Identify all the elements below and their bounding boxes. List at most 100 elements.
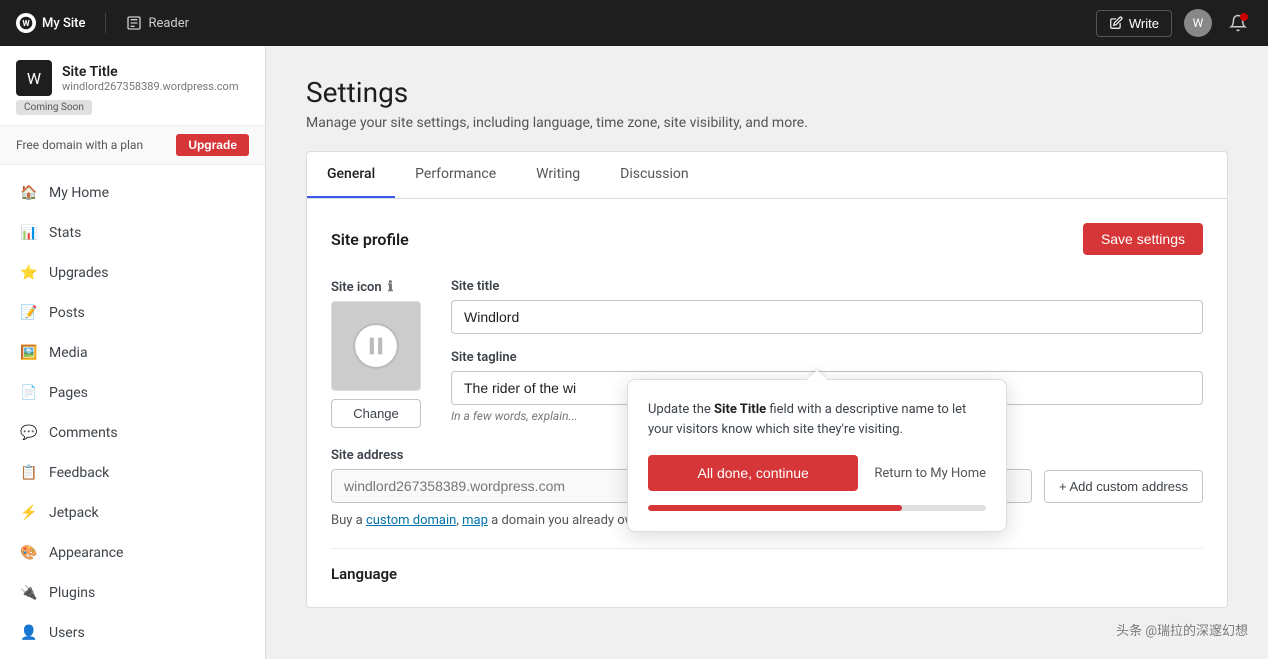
site-title-field-group: Site title bbox=[451, 279, 1203, 334]
upgrade-text: Free domain with a plan bbox=[16, 138, 143, 152]
tooltip-arrow bbox=[807, 370, 827, 380]
tooltip-actions: All done, continue Return to My Home bbox=[648, 455, 986, 491]
comments-icon: 💬 bbox=[19, 423, 39, 443]
upgrades-icon: ⭐ bbox=[19, 263, 39, 283]
panel-header: Site profile Save settings bbox=[331, 223, 1203, 255]
sidebar-site-info: W Site Title windlord267358389.wordpress… bbox=[0, 46, 265, 126]
tab-general[interactable]: General bbox=[307, 152, 395, 199]
tooltip-bold: Site Title bbox=[714, 402, 766, 417]
language-section-title: Language bbox=[331, 548, 1203, 583]
sidebar-site-url: windlord267358389.wordpress.com bbox=[62, 80, 249, 93]
sidebar-item-label: My Home bbox=[49, 185, 109, 201]
sidebar-item-plugins[interactable]: 🔌 Plugins bbox=[0, 573, 265, 613]
posts-icon: 📝 bbox=[19, 303, 39, 323]
site-icon-group: Site icon ℹ Change bbox=[331, 279, 421, 428]
site-info: Site Title windlord267358389.wordpress.c… bbox=[62, 64, 249, 93]
sidebar-item-label: Upgrades bbox=[49, 265, 108, 281]
reader-label: Reader bbox=[148, 16, 189, 31]
return-to-my-home-link[interactable]: Return to My Home bbox=[874, 466, 986, 481]
sidebar-item-label: Media bbox=[49, 345, 88, 361]
site-icon: W bbox=[16, 60, 52, 96]
tab-performance[interactable]: Performance bbox=[395, 152, 516, 199]
map-domain-link[interactable]: map bbox=[462, 513, 488, 528]
upgrade-bar: Free domain with a plan Upgrade bbox=[0, 126, 265, 165]
sidebar-item-my-home[interactable]: 🏠 My Home bbox=[0, 173, 265, 213]
sidebar-item-users[interactable]: 👤 Users bbox=[0, 613, 265, 653]
topbar-left: W My Site Reader bbox=[16, 13, 189, 33]
tab-writing[interactable]: Writing bbox=[516, 152, 600, 199]
sidebar-item-media[interactable]: 🖼️ Media bbox=[0, 333, 265, 373]
svg-text:W: W bbox=[22, 19, 30, 29]
sidebar-item-tools[interactable]: 🔧 Tools bbox=[0, 653, 265, 659]
tooltip-progress-bar-track bbox=[648, 505, 986, 511]
sidebar-site-title: Site Title bbox=[62, 64, 249, 80]
users-icon: 👤 bbox=[19, 623, 39, 643]
site-title-input[interactable] bbox=[451, 300, 1203, 334]
sidebar-item-comments[interactable]: 💬 Comments bbox=[0, 413, 265, 453]
site-tagline-label: Site tagline bbox=[451, 350, 1203, 365]
sidebar: W Site Title windlord267358389.wordpress… bbox=[0, 46, 266, 659]
feedback-icon: 📋 bbox=[19, 463, 39, 483]
reader-button[interactable]: Reader bbox=[126, 15, 189, 31]
notification-badge bbox=[1240, 13, 1248, 21]
topbar-right: Write W bbox=[1096, 9, 1252, 37]
all-done-continue-button[interactable]: All done, continue bbox=[648, 455, 858, 491]
sidebar-item-label: Users bbox=[49, 625, 85, 641]
app-layout: W Site Title windlord267358389.wordpress… bbox=[0, 46, 1268, 659]
sidebar-item-label: Plugins bbox=[49, 585, 95, 601]
write-button[interactable]: Write bbox=[1096, 10, 1172, 37]
coming-soon-badge: Coming Soon bbox=[16, 100, 92, 115]
sidebar-item-label: Jetpack bbox=[49, 505, 99, 521]
site-icon-preview bbox=[331, 301, 421, 391]
custom-domain-link[interactable]: custom domain bbox=[366, 513, 456, 528]
sidebar-item-label: Stats bbox=[49, 225, 81, 241]
tab-discussion[interactable]: Discussion bbox=[600, 152, 708, 199]
avatar-initials: W bbox=[1193, 16, 1204, 30]
site-title-tooltip: Update the Site Title field with a descr… bbox=[627, 379, 1007, 532]
my-site-button[interactable]: W My Site bbox=[16, 13, 85, 33]
sidebar-item-upgrades[interactable]: ⭐ Upgrades bbox=[0, 253, 265, 293]
pages-icon: 📄 bbox=[19, 383, 39, 403]
page-header: Settings Manage your site settings, incl… bbox=[306, 76, 1228, 131]
main-content: Settings Manage your site settings, incl… bbox=[266, 46, 1268, 659]
sidebar-item-jetpack[interactable]: ⚡ Jetpack bbox=[0, 493, 265, 533]
topbar-separator bbox=[105, 13, 106, 33]
page-subtitle: Manage your site settings, including lan… bbox=[306, 115, 1228, 131]
save-settings-button[interactable]: Save settings bbox=[1083, 223, 1203, 255]
sidebar-item-label: Appearance bbox=[49, 545, 123, 561]
appearance-icon: 🎨 bbox=[19, 543, 39, 563]
tooltip-progress-bar bbox=[648, 505, 902, 511]
upgrade-button[interactable]: Upgrade bbox=[176, 134, 249, 156]
sidebar-item-label: Feedback bbox=[49, 465, 109, 481]
sidebar-item-label: Comments bbox=[49, 425, 118, 441]
add-custom-address-button[interactable]: + Add custom address bbox=[1044, 470, 1203, 503]
write-label: Write bbox=[1129, 16, 1159, 31]
tooltip-text: Update the Site Title field with a descr… bbox=[648, 400, 986, 439]
sidebar-item-pages[interactable]: 📄 Pages bbox=[0, 373, 265, 413]
settings-panel: Site profile Save settings Site icon ℹ C… bbox=[306, 198, 1228, 608]
sidebar-item-feedback[interactable]: 📋 Feedback bbox=[0, 453, 265, 493]
site-icon-label: Site icon ℹ bbox=[331, 279, 421, 295]
site-title-label: Site title bbox=[451, 279, 1203, 294]
media-icon: 🖼️ bbox=[19, 343, 39, 363]
sidebar-item-posts[interactable]: 📝 Posts bbox=[0, 293, 265, 333]
sidebar-item-stats[interactable]: 📊 Stats bbox=[0, 213, 265, 253]
wordpress-icon: W bbox=[16, 13, 36, 33]
notifications-button[interactable] bbox=[1224, 9, 1252, 37]
panel-title: Site profile bbox=[331, 230, 409, 249]
topbar: W My Site Reader Write W bbox=[0, 0, 1268, 46]
my-site-label: My Site bbox=[42, 16, 85, 31]
info-icon: ℹ bbox=[388, 279, 393, 295]
jetpack-icon: ⚡ bbox=[19, 503, 39, 523]
home-icon: 🏠 bbox=[19, 183, 39, 203]
change-icon-button[interactable]: Change bbox=[331, 399, 421, 428]
plugins-icon: 🔌 bbox=[19, 583, 39, 603]
stats-icon: 📊 bbox=[19, 223, 39, 243]
page-title: Settings bbox=[306, 76, 1228, 109]
site-row: W Site Title windlord267358389.wordpress… bbox=[16, 60, 249, 96]
sidebar-item-label: Pages bbox=[49, 385, 88, 401]
avatar[interactable]: W bbox=[1184, 9, 1212, 37]
sidebar-item-appearance[interactable]: 🎨 Appearance bbox=[0, 533, 265, 573]
sidebar-nav: 🏠 My Home 📊 Stats ⭐ Upgrades 📝 Posts 🖼️ … bbox=[0, 165, 265, 659]
sidebar-item-label: Posts bbox=[49, 305, 85, 321]
